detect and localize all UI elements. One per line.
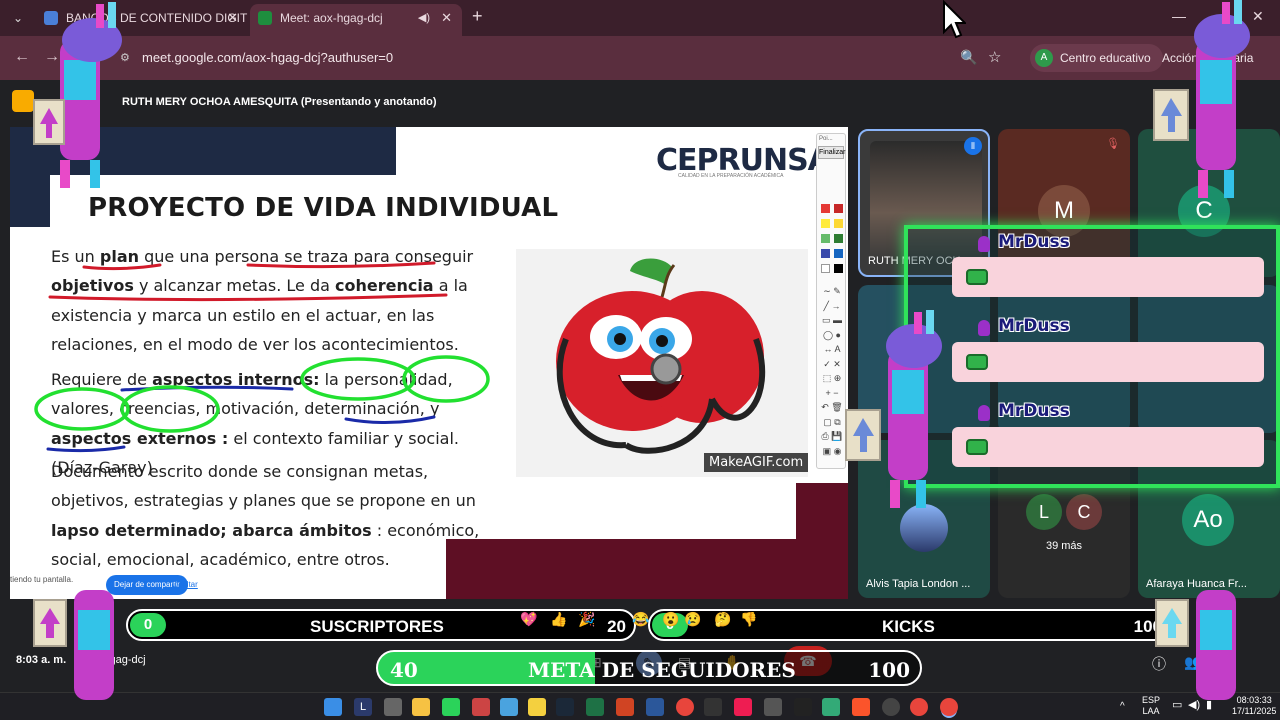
profile-avatar: A [1035,49,1053,67]
color-gold-swatch[interactable] [834,219,843,228]
app-refresh-icon[interactable] [704,698,722,716]
browser-toolbar: ← → ⟳ ⚙ meet.google.com/aox-hgag-dcj?aut… [0,36,1280,80]
file-explorer-icon[interactable] [412,698,430,716]
color-yellow-swatch[interactable] [821,219,830,228]
zoom-icon[interactable]: 🔍 [960,49,977,66]
profile-label: Centro educativo [1060,51,1151,65]
llama-pinata-icon [33,590,114,700]
excel-icon[interactable] [586,698,604,716]
github-icon[interactable] [882,698,900,716]
color-darkgreen-swatch[interactable] [834,234,843,243]
chat-message [952,257,1264,297]
speaking-indicator-icon: ⦀ [964,137,982,155]
user-badge-icon [978,320,990,336]
reaction-laugh-icon[interactable]: 😂 [632,611,649,628]
notes-icon[interactable] [528,698,546,716]
powerpoint-icon[interactable] [616,698,634,716]
word-icon[interactable] [646,698,664,716]
chat-username: MrDuss [998,316,1070,336]
slide-annotations [34,261,490,453]
reaction-thumbs-up-icon[interactable]: 👍 [550,611,567,628]
shared-slide: CEPRUNSA CALIDAD EN LA PREPARACIÓN ACADÉ… [10,127,848,599]
llama-pinata-icon [845,310,942,508]
user-badge-icon [978,236,990,252]
app-nb-icon[interactable] [822,698,840,716]
emote-icon [966,354,988,370]
chrome-icon-active[interactable] [940,698,958,716]
bookmark-star-icon[interactable]: ☆ [988,48,1001,66]
presenter-label: RUTH MERY OCHOA AMESQUITA (Presentando y… [122,96,437,108]
reaction-sad-icon[interactable]: 😢 [684,611,701,628]
windows-start-icon[interactable] [324,698,342,716]
windows-taskbar: L ^ ESP LAA ▭ ◀) ▮ 08:03:33 17/11/2025 [0,692,1280,720]
tray-chevron-icon[interactable]: ^ [1120,701,1125,712]
kicks-label: KICKS [882,617,935,636]
llama-pinata-icon [1155,590,1236,700]
tab-title: Meet: aox-hgag-dcj [280,11,383,25]
subscribers-label: SUSCRIPTORES [310,617,444,636]
speaker-icon[interactable]: ◀) [418,4,430,32]
chat-message [952,427,1264,467]
finish-annotation-button[interactable]: Finalizar [818,146,845,159]
app-red-icon[interactable] [472,698,490,716]
participant-avatar: L [1026,494,1062,530]
followers-goal-title: META DE SEGUIDORES [528,658,796,682]
close-tab-icon[interactable]: ✕ [441,4,452,32]
profile-button[interactable]: A Centro educativo [1030,44,1163,72]
followers-current: 40 [390,658,418,682]
tab-meet[interactable]: Meet: aox-hgag-dcj ◀) ✕ [250,4,462,36]
color-black-swatch[interactable] [834,264,843,273]
participant-avatar: C [1066,494,1102,530]
more-participants-label: 39 más [1045,540,1083,552]
toolbox-title: Poi... [819,136,833,142]
tiktok-icon[interactable] [734,698,752,716]
steam-icon[interactable] [556,698,574,716]
muted-mic-icon: 🎙 [1106,138,1120,150]
user-badge-icon [978,405,990,421]
app-gray-icon[interactable] [764,698,782,716]
mouse-cursor-icon [943,0,966,39]
emote-icon [966,439,988,455]
color-red-swatch[interactable] [821,204,830,213]
browser-tab-bar: ⌄ BANCOS DE CONTENIDO DIGIT ✕ Meet: aox-… [0,0,1280,36]
llama-pinata-icon [1153,0,1250,198]
brave-icon[interactable] [852,698,870,716]
address-bar[interactable]: meet.google.com/aox-hgag-dcj?authuser=0 [116,44,1016,72]
reaction-thinking-icon[interactable]: 🤔 [714,611,731,628]
app-l-icon[interactable]: L [354,698,372,716]
participant-photo [900,504,948,552]
chrome-icon-2[interactable] [910,698,928,716]
close-tab-icon[interactable]: ✕ [227,4,238,32]
settings-icon[interactable] [384,698,402,716]
chat-message [952,342,1264,382]
llama-pinata-icon [33,2,122,188]
participant-avatar: Ao [1182,494,1234,546]
epic-games-icon[interactable] [794,698,812,716]
hide-link[interactable]: Ocultar [172,580,198,589]
meet-favicon-icon [258,11,272,25]
chat-username: MrDuss [998,232,1070,252]
color-indigo-swatch[interactable] [821,249,830,258]
color-darkred-swatch[interactable] [834,204,843,213]
app-blue-icon[interactable] [500,698,518,716]
reaction-surprised-icon[interactable]: 😮 [662,611,679,628]
subscribers-goal: 20 [607,617,626,636]
reaction-heart-icon[interactable]: 💖 [520,611,537,628]
followers-goal: 100 [868,658,910,682]
chat-username: MrDuss [998,401,1070,421]
chrome-icon[interactable] [676,698,694,716]
followers-goal-bar: 40 META DE SEGUIDORES 100 [376,650,922,686]
color-blue-swatch[interactable] [834,249,843,258]
emote-icon [966,269,988,285]
participant-name: Alvis Tapia London ... [866,578,971,590]
new-tab-icon[interactable]: + [472,6,483,27]
reaction-thumbs-down-icon[interactable]: 👎 [740,611,757,628]
reaction-party-icon[interactable]: 🎉 [578,611,595,628]
color-white-swatch[interactable] [821,264,830,273]
color-green-swatch[interactable] [821,234,830,243]
app-green-icon[interactable] [442,698,460,716]
